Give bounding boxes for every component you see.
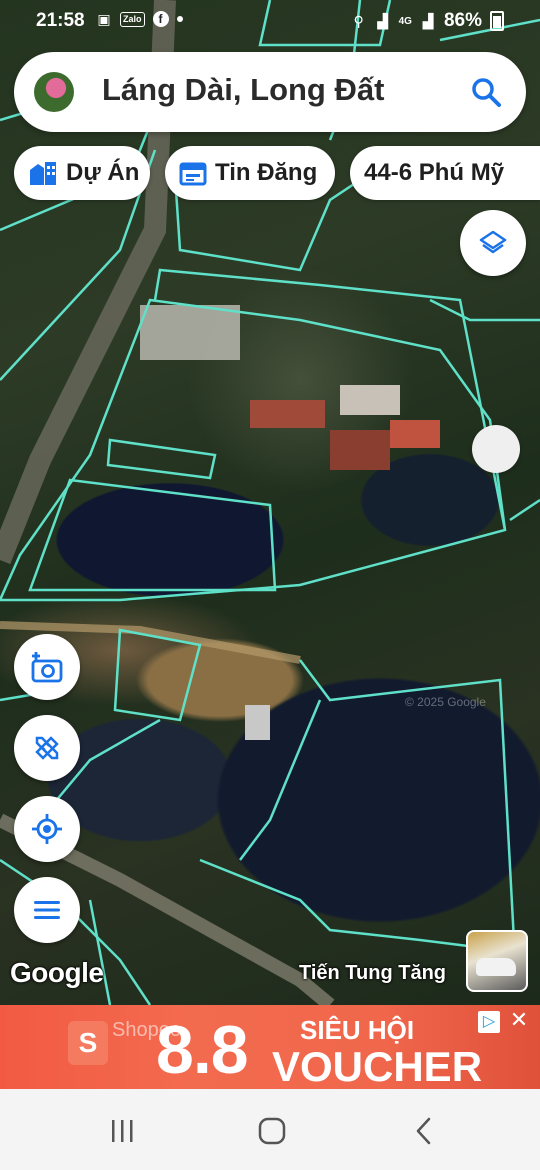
location-icon: ⚲ — [353, 13, 364, 29]
system-icons: ⚲ ▟ 4G ▟ 86% — [351, 10, 504, 32]
shopee-ad-banner[interactable]: S Shopee 8.8 SIÊU HỘI VOUCHER ▷ ✕ — [0, 1005, 540, 1089]
layers-icon — [479, 230, 507, 254]
camera-add-icon — [31, 652, 63, 683]
system-navigation-bar — [0, 1089, 540, 1170]
chip-label: Tin Đăng — [215, 159, 318, 186]
calendar-icon — [179, 162, 207, 186]
crosshair-icon — [32, 814, 62, 844]
recent-apps-button[interactable] — [92, 1111, 152, 1151]
chip-label: 44-6 Phú Mỹ — [364, 159, 505, 186]
battery-percent: 86% — [443, 10, 482, 31]
chip-tin-dang[interactable]: Tin Đăng — [165, 146, 335, 200]
menu-button[interactable] — [14, 877, 80, 943]
home-button[interactable] — [242, 1111, 302, 1151]
search-bar[interactable]: Láng Dài, Long Đất — [14, 52, 526, 132]
battery-icon — [490, 11, 504, 31]
ad-big-text: 8.8 — [156, 1012, 249, 1088]
signal-icon-2: ▟ — [422, 13, 434, 29]
signal-icon: ▟ — [377, 13, 389, 29]
ruler-pencil-icon — [35, 736, 59, 760]
ad-headline: SIÊU HỘI — [300, 1015, 415, 1045]
notification-icons: ▣ Zalo f — [96, 11, 183, 27]
hamburger-menu-icon — [34, 901, 60, 919]
layers-button[interactable] — [460, 210, 526, 276]
google-logo: Google — [10, 957, 104, 988]
shopee-bag-icon: S — [68, 1021, 108, 1065]
ad-subheadline: VOUCHER — [272, 1043, 483, 1089]
search-query[interactable]: Láng Dài, Long Đất — [102, 72, 384, 108]
recent-apps-icon — [112, 1120, 133, 1142]
car-image — [476, 958, 516, 976]
search-icon[interactable] — [470, 76, 502, 108]
back-icon — [416, 1117, 431, 1145]
status-bar: 21:58 ▣ Zalo f ⚲ ▟ 4G ▟ 86% — [0, 0, 540, 40]
owner-name: Tiến Tung Tăng — [299, 962, 447, 984]
map-copyright: © 2025 Google — [405, 695, 486, 709]
avatar[interactable] — [34, 72, 74, 112]
back-button[interactable] — [394, 1111, 454, 1151]
chip-phu-my[interactable]: 44-6 Phú Mỹ — [350, 146, 540, 200]
more-notifications-icon — [176, 16, 183, 22]
gallery-icon: ▣ — [97, 11, 111, 27]
network-type: 4G — [398, 15, 412, 27]
facebook-icon: f — [152, 11, 169, 27]
chip-du-an[interactable]: Dự Án — [14, 146, 150, 200]
camera-button[interactable] — [14, 634, 80, 700]
close-icon[interactable]: ✕ — [508, 1009, 530, 1031]
chip-label: Dự Án — [66, 159, 140, 186]
map-drag-handle[interactable] — [472, 425, 520, 473]
zalo-icon: Zalo — [120, 11, 145, 27]
adchoices-icon[interactable]: ▷ — [478, 1011, 500, 1033]
street-view-thumbnail[interactable] — [466, 930, 528, 992]
my-location-button[interactable] — [14, 796, 80, 862]
measure-button[interactable] — [14, 715, 80, 781]
clock: 21:58 — [36, 10, 85, 31]
building-icon — [30, 162, 56, 185]
home-icon — [258, 1117, 286, 1145]
